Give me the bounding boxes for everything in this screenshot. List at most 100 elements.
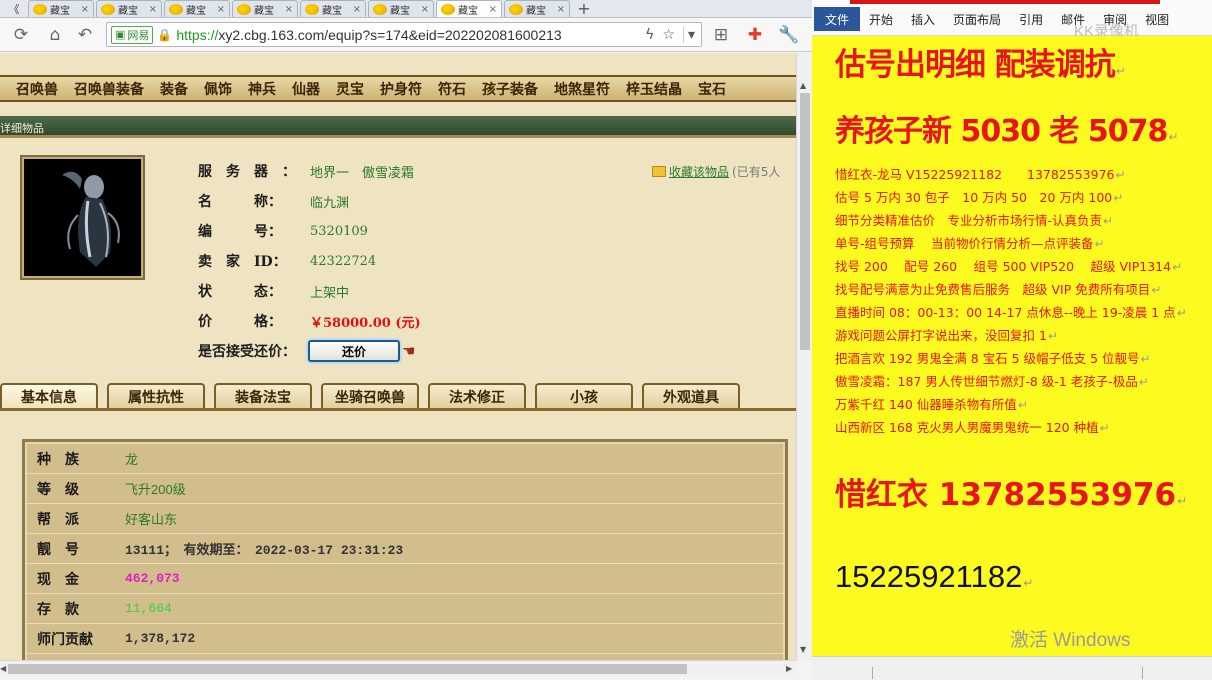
ribbon-tab[interactable]: 页面布局 (944, 7, 1010, 31)
detail-label: 师门贡献 (37, 631, 93, 648)
detail-label: 帮 派 (37, 511, 79, 528)
tab-scroll-left-button[interactable]: 《 (0, 0, 28, 17)
wrench-icon[interactable]: 🔧 (774, 20, 804, 50)
detail-value: 飞升200级 (125, 482, 186, 497)
vertical-scrollbar[interactable]: ▲ ▼ (796, 53, 812, 660)
menu-item[interactable]: 佩饰 (204, 79, 232, 99)
document-line: 把酒言欢 192 男鬼全满 8 宝石 5 级帽子低支 5 位靓号↵ (835, 351, 1151, 366)
paragraph-mark-icon: ↵ (1176, 306, 1187, 320)
site-favicon-icon (373, 3, 387, 15)
home-icon[interactable]: ⌂ (40, 20, 70, 50)
info-tab[interactable]: 坐骑召唤兽 (321, 383, 419, 409)
document-line: 单号-组号预算 当前物价行情分析—点评装备↵ (835, 236, 1105, 251)
menu-item[interactable]: 召唤兽装备 (74, 79, 144, 99)
ribbon-tab[interactable]: 插入 (902, 7, 944, 31)
browser-tab[interactable]: 藏宝 × (436, 0, 502, 17)
browser-tab[interactable]: 藏宝 × (96, 0, 162, 17)
tab-title: 藏宝 (254, 5, 274, 17)
scroll-up-icon[interactable]: ▲ (800, 81, 806, 90)
close-icon[interactable]: × (81, 4, 89, 15)
close-icon[interactable]: × (353, 4, 361, 15)
browser-toolbar: ⟳ ⌂ ↶ ▣ 网易 🔒 https://xy2.cbg.163.com/equ… (0, 18, 812, 52)
menu-item[interactable]: 召唤兽 (16, 79, 58, 99)
paragraph-mark-icon: ↵ (1115, 168, 1126, 182)
detail-band: 详细物品 (0, 116, 796, 138)
info-row: 卖 家 ID： 42322724 (198, 246, 421, 276)
info-row: 价 格： ￥58000.00 (元) (198, 306, 421, 336)
lock-icon: 🔒 (157, 27, 173, 42)
menu-item[interactable]: 灵宝 (336, 79, 364, 99)
new-tab-button[interactable]: + (572, 0, 596, 18)
horizontal-scrollbar[interactable]: ◀ ▶ (0, 660, 796, 676)
menu-item[interactable]: 仙器 (292, 79, 320, 99)
menu-item[interactable]: 孩子装备 (482, 79, 538, 99)
menu-item[interactable]: 地煞星符 (554, 79, 610, 99)
ribbon: 文件 开始 插入 页面布局 引用 邮件 审阅 视图 KK录像机 (812, 0, 1212, 40)
ribbon-tab[interactable]: 视图 (1136, 7, 1178, 31)
dropdown-icon[interactable]: ▾ (682, 26, 695, 43)
horizontal-scroll-thumb[interactable] (8, 664, 687, 674)
url-text[interactable]: https://xy2.cbg.163.com/equip?s=174&eid=… (176, 27, 641, 43)
detail-row: 靓 号 13111； 有效期至： 2022-03-17 23:31:23 (25, 534, 785, 564)
info-tabs: 基本信息 属性抗性 装备法宝 坐骑召唤兽 法术修正 小孩 外观道具 (0, 379, 796, 409)
ribbon-tab[interactable]: 文件 (814, 7, 861, 31)
site-favicon-icon (305, 3, 319, 15)
paragraph-mark-icon: ↵ (1138, 375, 1149, 389)
info-tab[interactable]: 小孩 (535, 383, 633, 409)
browser-tab[interactable]: 藏宝 × (28, 0, 94, 17)
close-icon[interactable]: × (557, 4, 565, 15)
grid-icon[interactable]: ⊞ (706, 20, 736, 50)
menu-item[interactable]: 梓玉结晶 (626, 79, 682, 99)
close-icon[interactable]: × (217, 4, 225, 15)
paragraph-mark-icon: ↵ (1151, 283, 1162, 297)
menu-item[interactable]: 符石 (438, 79, 466, 99)
undo-icon[interactable]: ↶ (70, 20, 100, 50)
site-favicon-icon (441, 3, 455, 15)
info-tab[interactable]: 装备法宝 (214, 383, 312, 409)
info-tab[interactable]: 外观道具 (642, 383, 740, 409)
site-favicon-icon (509, 3, 523, 15)
detail-row: 帮 派 好客山东 (25, 504, 785, 534)
detail-label: 现 金 (37, 571, 79, 588)
favorite-link[interactable]: 收藏该物品 (已有5人 (652, 163, 780, 180)
gamepad-icon[interactable]: ✚ (740, 20, 770, 50)
info-label: 卖 家 ID： (198, 254, 287, 270)
info-tab[interactable]: 基本信息 (0, 383, 98, 409)
vertical-scroll-thumb[interactable] (800, 93, 810, 350)
browser-tab[interactable]: 藏宝 × (504, 0, 570, 17)
close-icon[interactable]: × (489, 4, 497, 15)
document-line: 找号配号满意为止免费售后服务 超级 VIP 免费所有项目↵ (835, 282, 1162, 297)
detail-label: 等 级 (37, 481, 79, 498)
close-icon[interactable]: × (285, 4, 293, 15)
scroll-right-icon[interactable]: ▶ (786, 664, 792, 673)
detail-row: 现 金 462,073 (25, 564, 785, 594)
menu-item[interactable]: 宝石 (698, 79, 726, 99)
document-line: 细节分类精准估价 专业分析市场行情-认真负责↵ (835, 213, 1114, 228)
paragraph-mark-icon: ↵ (1140, 352, 1151, 366)
lightning-icon[interactable]: ϟ (645, 27, 654, 43)
tab-title: 藏宝 (458, 5, 478, 17)
address-bar[interactable]: ▣ 网易 🔒 https://xy2.cbg.163.com/equip?s=1… (106, 22, 702, 47)
tab-bar: 《 藏宝 × 藏宝 × 藏宝 × 藏宝 × 藏宝 × 藏宝 × 藏宝 × 藏宝 × + (0, 0, 812, 18)
scroll-down-icon[interactable]: ▼ (800, 645, 806, 654)
info-tab[interactable]: 法术修正 (428, 383, 526, 409)
ribbon-tab[interactable]: 引用 (1010, 7, 1052, 31)
basic-info-panel: 种 族 龙等 级 飞升200级帮 派 好客山东靓 号 13111； 有效期至： 2022… (22, 439, 788, 660)
info-tab[interactable]: 属性抗性 (107, 383, 205, 409)
ribbon-tab[interactable]: 开始 (860, 7, 902, 31)
browser-tab[interactable]: 藏宝 × (368, 0, 434, 17)
browser-tab[interactable]: 藏宝 × (232, 0, 298, 17)
menu-item[interactable]: 装备 (160, 79, 188, 99)
browser-tab[interactable]: 藏宝 × (164, 0, 230, 17)
contact-name: 惜红衣 13782553976↵ (835, 477, 1188, 513)
close-icon[interactable]: × (421, 4, 429, 15)
menu-item[interactable]: 护身符 (380, 79, 422, 99)
scroll-left-icon[interactable]: ◀ (0, 664, 6, 673)
browser-tab[interactable]: 藏宝 × (300, 0, 366, 17)
star-icon[interactable]: ☆ (662, 27, 675, 43)
menu-item[interactable]: 神兵 (248, 79, 276, 99)
refresh-icon[interactable]: ⟳ (6, 20, 36, 50)
site-badge: ▣ 网易 (111, 25, 154, 44)
bargain-button[interactable]: 还价 (308, 340, 400, 362)
close-icon[interactable]: × (149, 4, 157, 15)
